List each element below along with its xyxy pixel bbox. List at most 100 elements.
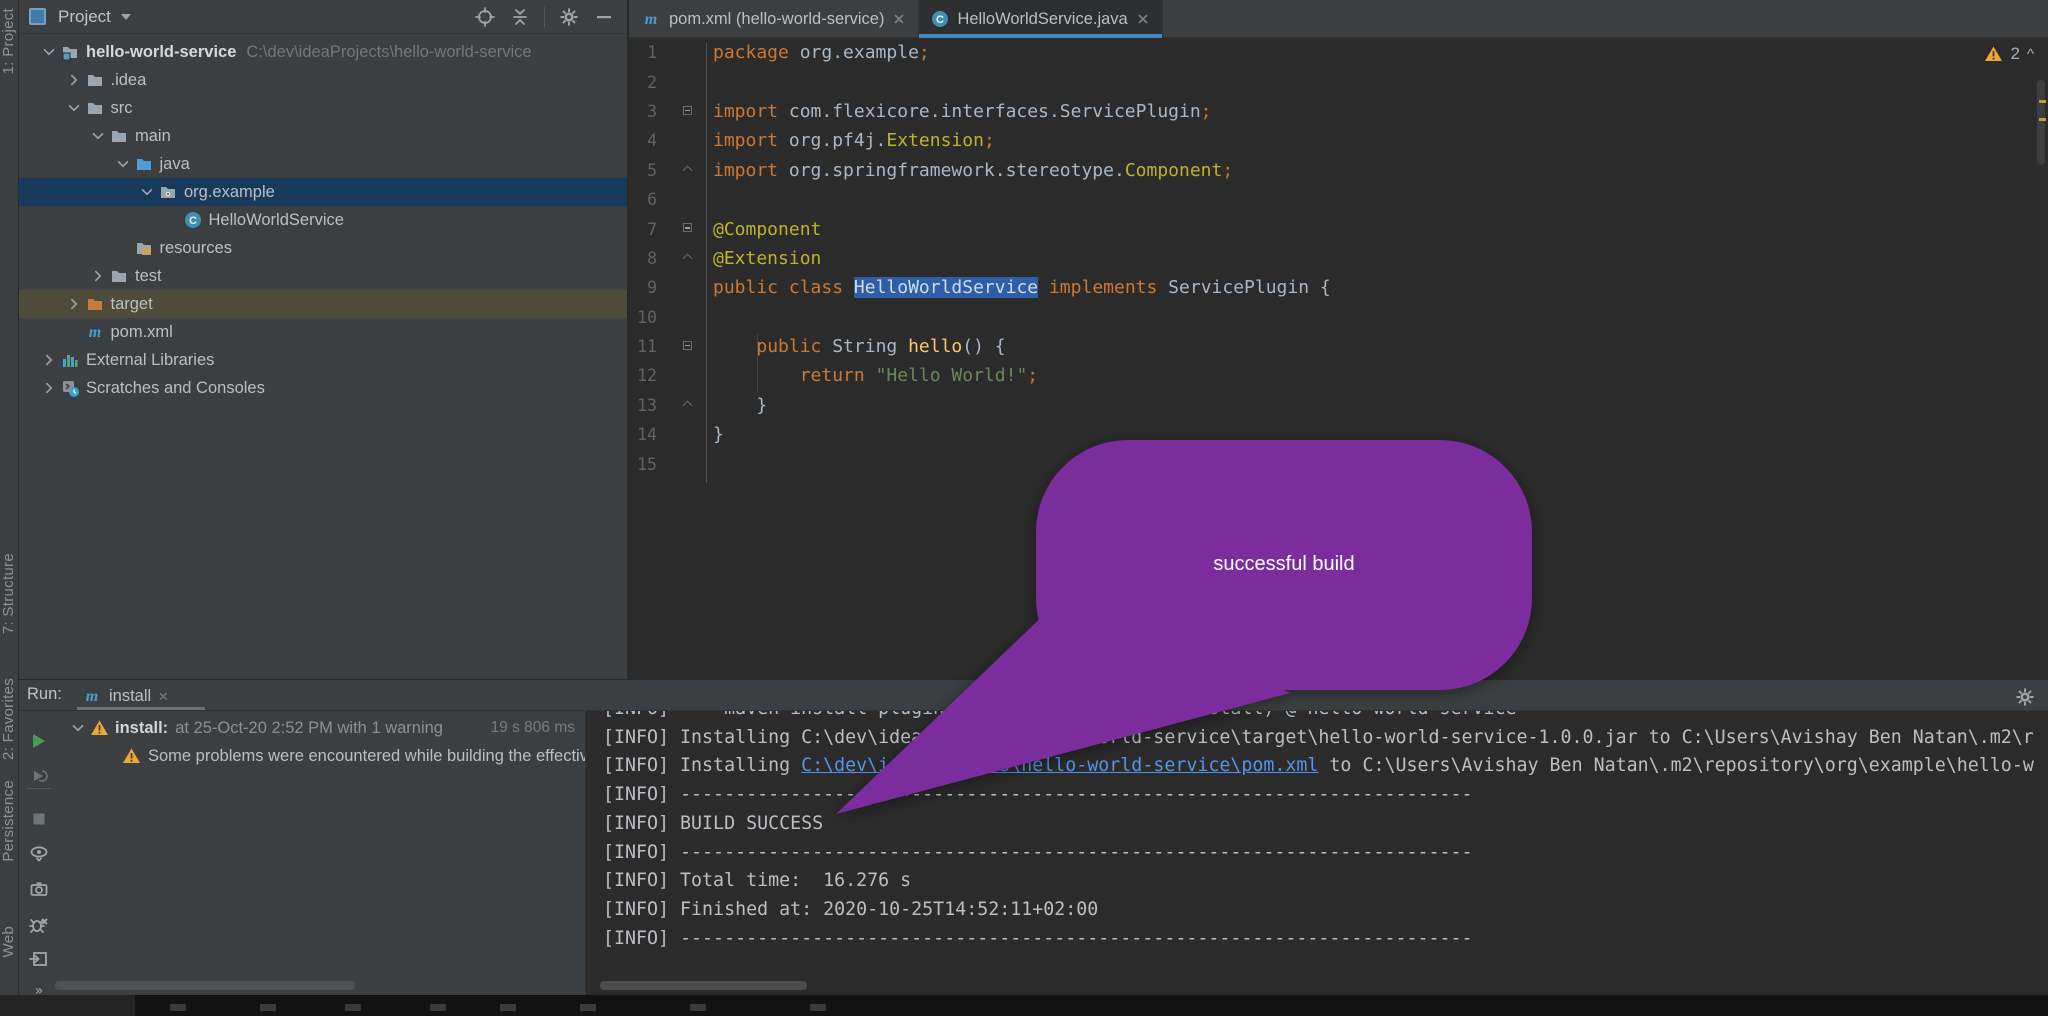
chevron-right-icon[interactable] — [38, 380, 60, 396]
code-line-13[interactable]: } — [713, 391, 2048, 420]
code-line-9[interactable]: public class HelloWorldService implement… — [713, 273, 2048, 302]
gutter-row[interactable]: 10 — [629, 303, 706, 332]
project-tree-row-resources[interactable]: resources — [19, 234, 627, 262]
project-tree-row-pom-xml[interactable]: mpom.xml — [19, 318, 627, 346]
project-tree-row-test[interactable]: test — [19, 262, 627, 290]
chevron-right-icon[interactable] — [38, 352, 60, 368]
close-icon[interactable] — [892, 12, 906, 26]
project-tree-row-helloworldservice[interactable]: CHelloWorldService — [19, 206, 627, 234]
chevron-down-icon[interactable] — [87, 128, 109, 144]
project-panel-title[interactable]: Project — [58, 7, 111, 27]
code-line-8[interactable]: @Extension — [713, 244, 2048, 273]
chevron-down-icon[interactable] — [67, 720, 89, 736]
settings-icon[interactable] — [558, 6, 580, 28]
chevron-down-icon[interactable] — [136, 184, 158, 200]
project-tree-row-org-example[interactable]: org.example — [19, 178, 627, 206]
editor-tab-pom-xml[interactable]: mpom.xml (hello-world-service) — [629, 0, 919, 38]
fold-end-icon[interactable] — [683, 400, 693, 410]
code-lines[interactable]: package org.example; import com.flexicore… — [713, 38, 2048, 479]
project-tree-row-java[interactable]: java — [19, 150, 627, 178]
editor-gutter[interactable]: 123456789101112131415 — [629, 38, 706, 479]
tree-label: pom.xml — [111, 323, 173, 342]
fold-start-icon[interactable] — [683, 223, 692, 232]
stripe-button-web[interactable]: Web — [0, 926, 19, 957]
fold-start-icon[interactable] — [683, 106, 692, 115]
code-editor[interactable]: 123456789101112131415 package org.exampl… — [629, 38, 2048, 679]
editor-tab-helloworldservice-java[interactable]: CHelloWorldService.java — [919, 0, 1162, 38]
console-hscrollbar[interactable] — [600, 981, 807, 990]
gutter-row[interactable]: 14 — [629, 420, 706, 449]
console-file-link[interactable]: C:\dev\ideaProjects\hello-world-service\… — [801, 755, 1318, 776]
fold-end-icon[interactable] — [683, 253, 693, 263]
code-line-2[interactable] — [713, 67, 2048, 96]
chevron-down-icon[interactable] — [63, 100, 85, 116]
rerun-button[interactable] — [29, 731, 49, 751]
hide-icon[interactable] — [593, 6, 615, 28]
project-tree-row--idea[interactable]: .idea — [19, 66, 627, 94]
code-line-12[interactable]: return "Hello World!"; — [713, 361, 2048, 390]
code-line-6[interactable] — [713, 185, 2048, 214]
gutter-row[interactable]: 8 — [629, 244, 706, 273]
chevron-down-icon[interactable] — [112, 156, 134, 172]
gutter-row[interactable]: 11 — [629, 332, 706, 361]
code-line-4[interactable]: import org.pf4j.Extension; — [713, 126, 2048, 155]
project-tree-row-scratches-and-consoles[interactable]: Scratches and Consoles — [19, 374, 627, 402]
fold-start-icon[interactable] — [683, 341, 692, 350]
code-line-1[interactable]: package org.example; — [713, 38, 2048, 67]
chevron-right-icon[interactable] — [63, 72, 85, 88]
stop-button[interactable] — [29, 809, 49, 829]
rerun-gray-button[interactable] — [29, 766, 49, 786]
gutter-row[interactable]: 9 — [629, 273, 706, 302]
locate-icon[interactable] — [474, 6, 496, 28]
warning-stripe-mark[interactable] — [2039, 100, 2046, 103]
mute-bug-button[interactable] — [29, 915, 49, 935]
gutter-row[interactable]: 4 — [629, 126, 706, 155]
code-line-5[interactable]: import org.springframework.stereotype.Co… — [713, 156, 2048, 185]
chevron-right-icon[interactable] — [63, 296, 85, 312]
tree-hscrollbar[interactable] — [55, 981, 355, 990]
stripe-button-persistence[interactable]: Persistence — [0, 780, 19, 862]
run-node-install[interactable]: install:at 25-Oct-20 2:52 PM with 1 warn… — [59, 714, 585, 742]
code-line-10[interactable] — [713, 303, 2048, 332]
code-line-7[interactable]: @Component — [713, 214, 2048, 243]
code-line-15[interactable] — [713, 449, 2048, 478]
gutter-row[interactable]: 15 — [629, 449, 706, 478]
gutter-row[interactable]: 5 — [629, 156, 706, 185]
gutter-row[interactable]: 3 — [629, 97, 706, 126]
gutter-row[interactable]: 2 — [629, 67, 706, 96]
gutter-row[interactable]: 12 — [629, 361, 706, 390]
editor-scrollbar[interactable] — [2037, 80, 2045, 165]
chevron-up-icon[interactable]: ^ — [2027, 46, 2034, 63]
stripe-button-1-project[interactable]: 1: Project — [0, 8, 19, 74]
chevron-right-icon[interactable] — [87, 268, 109, 284]
show-options-eye-button[interactable] — [29, 843, 49, 863]
gutter-row[interactable]: 13 — [629, 391, 706, 420]
gutter-row[interactable]: 6 — [629, 185, 706, 214]
close-icon[interactable]: × — [158, 688, 168, 705]
inspection-widget[interactable]: 2 ^ — [1984, 44, 2034, 64]
project-tree-row-target[interactable]: target — [19, 290, 627, 318]
project-tree-row-hello-world-service[interactable]: hello-world-serviceC:\dev\ideaProjects\h… — [19, 38, 627, 66]
chevron-down-icon[interactable] — [38, 44, 60, 60]
code-line-3[interactable]: import com.flexicore.interfaces.ServiceP… — [713, 97, 2048, 126]
stripe-button-7-structure[interactable]: 7: Structure — [0, 553, 19, 634]
close-icon[interactable] — [1136, 12, 1150, 26]
screenshot-camera-button[interactable] — [29, 879, 49, 899]
stripe-button-2-favorites[interactable]: 2: Favorites — [0, 678, 19, 760]
gutter-row[interactable]: 1 — [629, 38, 706, 67]
fold-end-icon[interactable] — [683, 165, 693, 175]
code-line-14[interactable]: } — [713, 420, 2048, 449]
gear-icon[interactable] — [2014, 686, 2036, 708]
warning-stripe-mark[interactable] — [2039, 118, 2046, 121]
project-tree-row-main[interactable]: main — [19, 122, 627, 150]
code-line-11[interactable]: public String hello() { — [713, 332, 2048, 361]
chevron-down-icon[interactable] — [121, 14, 131, 20]
restore-layout-button[interactable] — [29, 949, 49, 969]
code-token: import — [713, 130, 789, 151]
project-tree-row-external-libraries[interactable]: External Libraries — [19, 346, 627, 374]
run-node-warning-message[interactable]: Some problems were encountered while bui… — [59, 742, 585, 770]
run-console[interactable]: [INFO] --- maven-install-plugin:2.4:inst… — [585, 711, 2048, 995]
collapse-all-icon[interactable] — [509, 6, 531, 28]
gutter-row[interactable]: 7 — [629, 214, 706, 243]
project-tree-row-src[interactable]: src — [19, 94, 627, 122]
